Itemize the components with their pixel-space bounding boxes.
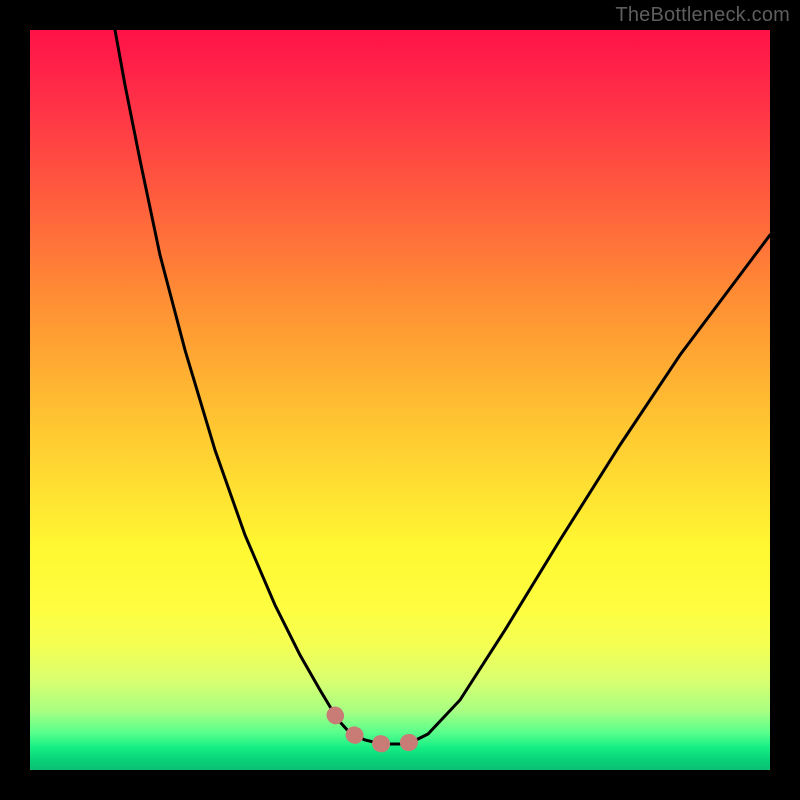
watermark-text: TheBottleneck.com — [615, 4, 790, 27]
bottleneck-curve — [115, 30, 770, 744]
plot-area — [30, 30, 770, 770]
optimal-range-marker — [335, 715, 423, 744]
curve-layer — [30, 30, 770, 770]
chart-frame: TheBottleneck.com — [0, 0, 800, 800]
